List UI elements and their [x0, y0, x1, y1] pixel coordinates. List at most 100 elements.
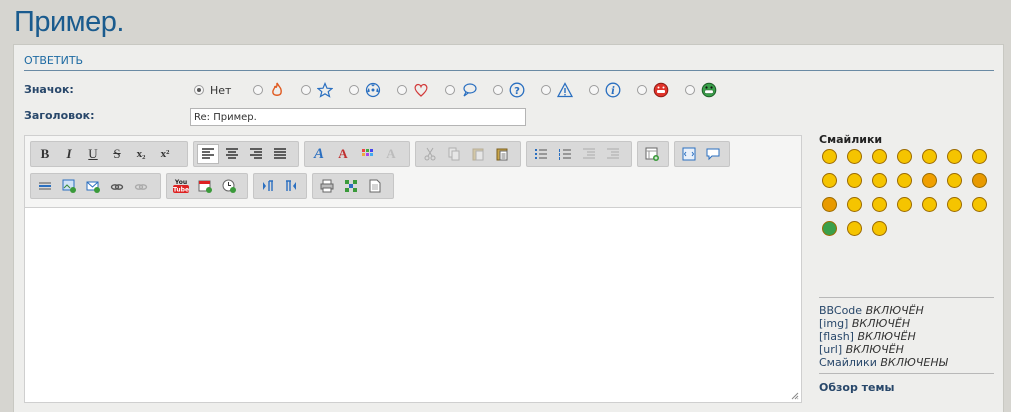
- printer-icon: [320, 179, 334, 193]
- document-icon: [369, 179, 381, 193]
- align-justify-button[interactable]: [269, 144, 291, 164]
- font-button[interactable]: A: [308, 144, 330, 164]
- link-icon: [110, 184, 124, 190]
- smiley-nerd-icon[interactable]: [847, 221, 862, 236]
- youtube-button[interactable]: You Tube: [170, 176, 192, 196]
- smiley-tongue-icon[interactable]: [897, 173, 912, 188]
- font-size-icon: A: [338, 146, 348, 161]
- radio-icon-star[interactable]: [301, 85, 312, 95]
- subject-input[interactable]: [190, 108, 526, 126]
- radio-icon-speech[interactable]: [445, 85, 456, 95]
- superscript-button[interactable]: x²: [154, 144, 176, 164]
- smiley-green-icon[interactable]: [822, 221, 837, 236]
- smiley-evil-icon[interactable]: [972, 173, 987, 188]
- align-right-icon: [250, 148, 262, 159]
- smiley-glasses-icon[interactable]: [872, 221, 887, 236]
- smiley-rolleyes-icon[interactable]: [947, 149, 962, 164]
- bold-button[interactable]: B: [34, 144, 56, 164]
- smiley-shocked-icon[interactable]: [922, 149, 937, 164]
- font-color-button[interactable]: [356, 144, 378, 164]
- align-left-button[interactable]: [197, 144, 219, 164]
- underline-button[interactable]: U: [82, 144, 104, 164]
- ltr-button[interactable]: [257, 176, 278, 196]
- reply-panel: ОТВЕТИТЬ Значок: Нет ? i Заголовок: Re: …: [13, 44, 1004, 412]
- sidebar: Смайлики BBCode ВКЛЮЧЁН [img] ВКЛЮЧЁН [f…: [819, 133, 999, 394]
- italic-button[interactable]: I: [58, 144, 80, 164]
- smiley-laugh-icon[interactable]: [847, 173, 862, 188]
- bullet-list-button[interactable]: [530, 144, 552, 164]
- smiley-grin-icon[interactable]: [872, 173, 887, 188]
- smiley-happy-icon[interactable]: [897, 149, 912, 164]
- smiley-wink-icon[interactable]: [872, 149, 887, 164]
- ltr-icon: [262, 180, 273, 191]
- new-document-button[interactable]: [364, 176, 386, 196]
- smiley-confused-icon[interactable]: [972, 149, 987, 164]
- outdent-button[interactable]: [578, 144, 600, 164]
- insert-group: [30, 173, 161, 199]
- insert-date-button[interactable]: [194, 176, 216, 196]
- align-justify-icon: [274, 148, 286, 159]
- copy-button[interactable]: [443, 144, 465, 164]
- rtl-icon: [285, 180, 296, 191]
- radio-icon-angry[interactable]: [637, 85, 648, 95]
- cut-button[interactable]: [419, 144, 441, 164]
- paste-text-button[interactable]: [491, 144, 513, 164]
- smiley-exclaim-icon[interactable]: [872, 197, 887, 212]
- smiley-smile-icon[interactable]: [822, 149, 837, 164]
- warning-icon: [557, 82, 574, 98]
- select-all-button[interactable]: [340, 176, 362, 196]
- horizontal-rule-button[interactable]: [34, 176, 56, 196]
- radio-icon-warning[interactable]: [541, 85, 552, 95]
- insert-email-button[interactable]: [82, 176, 104, 196]
- resize-handle-icon[interactable]: [791, 392, 799, 400]
- color-palette-icon: [362, 149, 373, 156]
- smiley-sad-icon[interactable]: [922, 173, 937, 188]
- radio-icon-info[interactable]: [589, 85, 600, 95]
- question-icon: ?: [510, 82, 525, 98]
- numbered-list-button[interactable]: [554, 144, 576, 164]
- paste-icon: [472, 148, 483, 161]
- smiley-eek-icon[interactable]: [947, 173, 962, 188]
- paste-button[interactable]: [467, 144, 489, 164]
- smiley-cool-icon[interactable]: [822, 173, 837, 188]
- print-button[interactable]: [316, 176, 338, 196]
- insert-time-button[interactable]: [218, 176, 240, 196]
- radio-icon-radiation[interactable]: [349, 85, 360, 95]
- unlink-button[interactable]: [130, 176, 152, 196]
- insert-table-button[interactable]: [641, 144, 663, 164]
- smiley-idea-icon[interactable]: [922, 197, 937, 212]
- rtl-button[interactable]: [280, 176, 301, 196]
- radio-icon-none[interactable]: [194, 85, 204, 95]
- svg-text:?: ?: [515, 86, 521, 97]
- text-format-group: B I U S x₂ x²: [30, 141, 188, 167]
- option-smilies: Смайлики ВКЛЮЧЕНЫ: [819, 356, 948, 369]
- font-size-button[interactable]: A: [332, 144, 354, 164]
- smiley-arrow-icon[interactable]: [947, 197, 962, 212]
- unlink-icon: [134, 184, 148, 190]
- subscript-button[interactable]: x₂: [130, 144, 152, 164]
- svg-text:i: i: [612, 86, 616, 97]
- smiley-neutral-icon[interactable]: [847, 149, 862, 164]
- review-topic-link[interactable]: Обзор темы: [819, 381, 894, 394]
- align-right-button[interactable]: [245, 144, 267, 164]
- quote-button[interactable]: [702, 144, 724, 164]
- radio-icon-heart[interactable]: [397, 85, 408, 95]
- smiley-twisted-icon[interactable]: [822, 197, 837, 212]
- smiley-geek-icon[interactable]: [847, 197, 862, 212]
- smiley-question-icon[interactable]: [897, 197, 912, 212]
- radio-icon-grin[interactable]: [685, 85, 696, 95]
- remove-format-button[interactable]: A: [380, 144, 402, 164]
- grin-face-icon: [702, 82, 717, 98]
- align-center-button[interactable]: [221, 144, 243, 164]
- sidebar-divider: [819, 297, 994, 298]
- star-icon: [317, 82, 334, 98]
- message-editor[interactable]: B I U S x₂ x² A A A You Tube: [24, 135, 802, 403]
- insert-image-button[interactable]: [58, 176, 80, 196]
- radio-icon-question[interactable]: [493, 85, 504, 95]
- code-button[interactable]: [678, 144, 700, 164]
- insert-link-button[interactable]: [106, 176, 128, 196]
- smiley-mrgreen-icon[interactable]: [972, 197, 987, 212]
- strike-button[interactable]: S: [106, 144, 128, 164]
- radio-icon-fire[interactable]: [253, 85, 264, 95]
- indent-button[interactable]: [602, 144, 624, 164]
